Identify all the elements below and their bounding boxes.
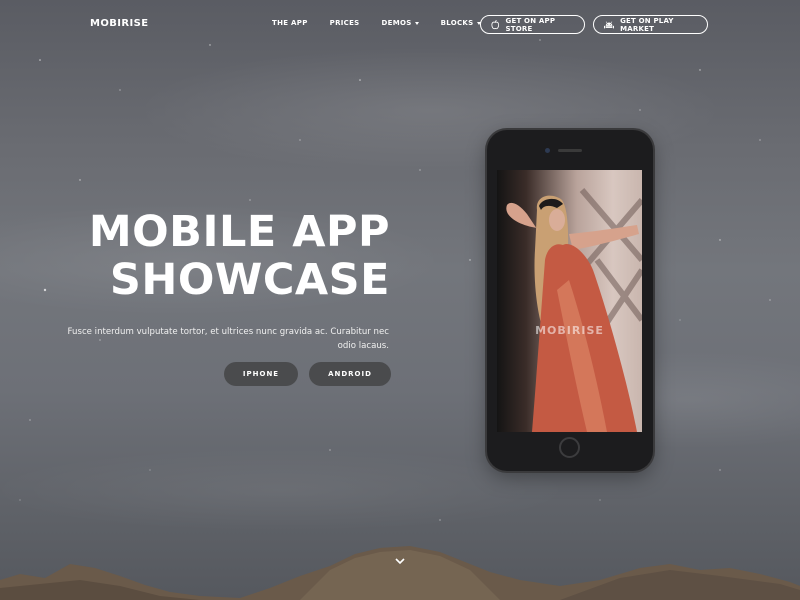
android-button[interactable]: ANDROID [309,362,391,386]
nav-item-blocks[interactable]: BLOCKS [441,19,481,27]
mountain-silhouette [0,546,800,600]
phone-camera [545,148,550,153]
iphone-button[interactable]: IPHONE [224,362,298,386]
apple-icon [491,19,500,30]
home-button [559,437,580,458]
hero-title: MOBILE APP SHOWCASE [88,207,390,305]
screen-watermark: MOBIRISE [535,324,604,337]
main-menu: THE APP PRICES DEMOS BLOCKS [272,19,503,27]
play-market-button[interactable]: GET ON PLAY MARKET [593,15,708,34]
phone-screen-image: MOBIRISE [497,170,642,432]
nav-item-prices[interactable]: PRICES [330,19,360,27]
top-navbar: MOBIRISE THE APP PRICES DEMOS BLOCKS GET… [0,0,800,50]
hero-description: Fusce interdum vulputate tortor, et ultr… [67,327,389,351]
caret-down-icon [414,21,419,25]
brand-logo[interactable]: MOBIRISE [90,18,148,29]
chevron-down-icon[interactable] [393,556,407,566]
android-icon [604,20,615,28]
woman-photo [506,188,642,432]
phone-speaker [558,149,582,152]
nav-item-the-app[interactable]: THE APP [272,19,308,27]
nav-item-demos[interactable]: DEMOS [382,19,419,27]
phone-mockup: MOBIRISE [487,130,653,471]
app-store-button[interactable]: GET ON APP STORE [480,15,585,34]
